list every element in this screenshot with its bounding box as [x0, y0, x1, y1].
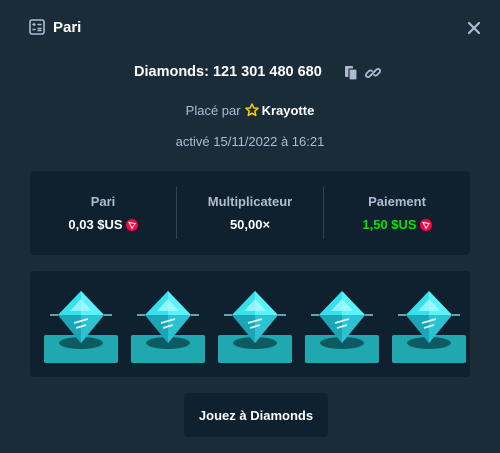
- result-tile: [392, 287, 466, 365]
- result-tile: [218, 287, 292, 365]
- modal-header: Pari: [0, 0, 500, 56]
- diamond-icon: [44, 291, 118, 363]
- tron-icon: [125, 219, 138, 231]
- stat-payout-value-row: 1,50 $US: [324, 217, 470, 232]
- diamond-icon: [218, 291, 292, 363]
- stat-payout: Paiement 1,50 $US: [324, 171, 470, 255]
- placed-by-label: Placé par: [185, 103, 241, 118]
- stat-bet-value-row: 0,03 $US: [30, 217, 176, 232]
- link-icon[interactable]: [365, 65, 381, 81]
- placed-by: Placé par Krayotte: [0, 103, 500, 119]
- bet-id: Diamonds: 121 301 480 680: [134, 64, 322, 80]
- close-icon[interactable]: [466, 20, 482, 36]
- play-diamonds-button[interactable]: Jouez à Diamonds: [184, 393, 328, 437]
- star-icon: [244, 103, 259, 117]
- user-link[interactable]: Krayotte: [262, 103, 315, 118]
- activated-date: activé 15/11/2022 à 16:21: [175, 134, 325, 149]
- diamond-icon: [305, 291, 379, 363]
- stat-multiplier: Multiplicateur 50,00×: [177, 171, 323, 255]
- tron-icon: [419, 219, 432, 231]
- diamond-icon: [392, 291, 466, 363]
- stat-payout-value: 1,50 $US: [362, 217, 417, 232]
- diamond-icon: [131, 291, 205, 363]
- stat-bet-value: 0,03 $US: [68, 217, 123, 232]
- copy-icon[interactable]: [344, 65, 358, 81]
- result-tile: [305, 287, 379, 365]
- bet-slip-icon: [29, 19, 45, 35]
- result-board: [30, 271, 470, 377]
- bet-id-row: Diamonds: 121 301 480 680: [0, 62, 500, 84]
- stat-bet: Pari 0,03 $US: [30, 171, 176, 255]
- stat-multiplier-label: Multiplicateur: [207, 194, 293, 209]
- result-tile: [44, 287, 118, 365]
- stat-multiplier-value: 50,00×: [229, 217, 271, 232]
- stat-payout-label: Paiement: [368, 194, 426, 209]
- result-tile: [131, 287, 205, 365]
- modal-title: Pari: [53, 19, 82, 36]
- stat-bet-label: Pari: [90, 194, 116, 209]
- bet-stats-panel: Pari 0,03 $US Multiplicateur 50,00× Paie…: [30, 171, 470, 255]
